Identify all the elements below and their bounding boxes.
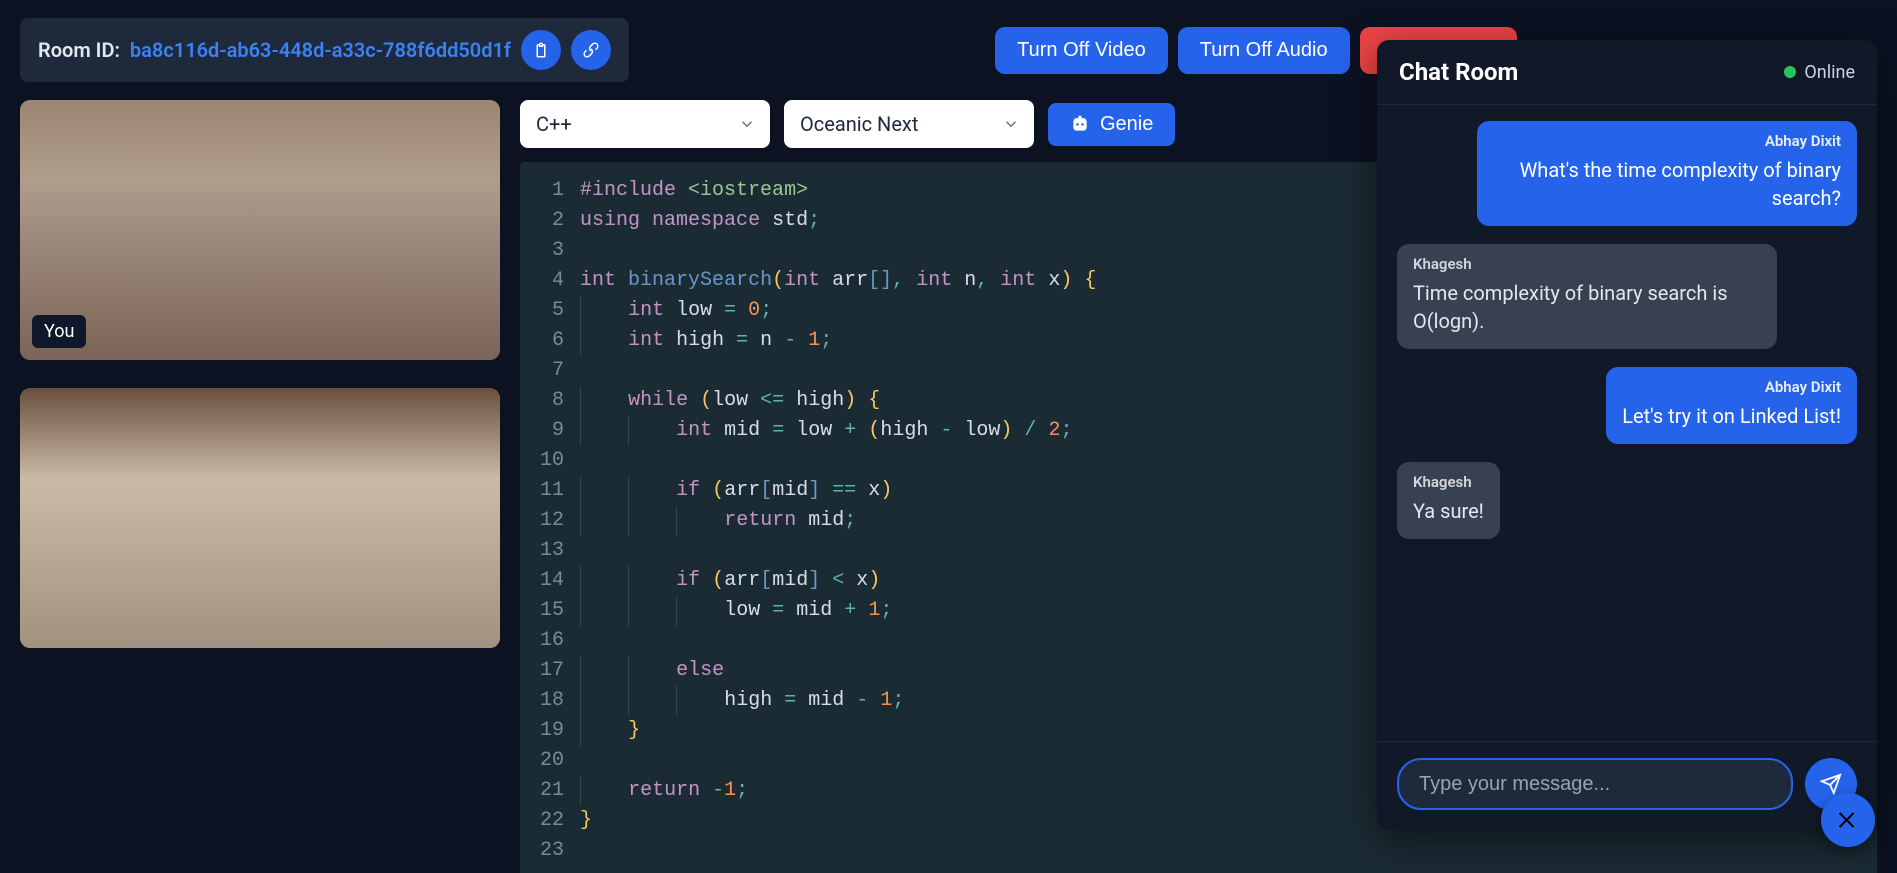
room-id-label: Room ID: xyxy=(38,38,120,62)
chat-message: Abhay Dixit What's the time complexity of… xyxy=(1477,121,1857,226)
room-id-box: Room ID: ba8c116d-ab63-448d-a33c-788f6dd… xyxy=(20,18,629,82)
copy-link-button[interactable] xyxy=(571,30,611,70)
line-number: 12 xyxy=(540,506,564,536)
link-icon xyxy=(582,41,600,59)
chat-message-text: Ya sure! xyxy=(1413,497,1484,525)
genie-button[interactable]: Genie xyxy=(1048,103,1175,146)
line-number: 7 xyxy=(540,356,564,386)
theme-select-value: Oceanic Next xyxy=(800,112,918,136)
chat-message-text: Let's try it on Linked List! xyxy=(1622,402,1841,430)
language-select[interactable]: C++ xyxy=(520,100,770,148)
language-select-value: C++ xyxy=(536,112,572,136)
chat-status-label: Online xyxy=(1804,62,1855,83)
robot-icon xyxy=(1070,114,1090,134)
chevron-down-icon xyxy=(738,115,756,133)
line-number: 20 xyxy=(540,746,564,776)
line-number: 19 xyxy=(540,716,564,746)
line-number-gutter: 1234567891011121314151617181920212223 xyxy=(520,162,580,873)
close-chat-button[interactable] xyxy=(1821,793,1875,847)
chat-title: Chat Room xyxy=(1399,58,1518,86)
chat-message-sender: Khagesh xyxy=(1413,254,1761,275)
chat-header: Chat Room Online xyxy=(1377,40,1877,105)
video-tile-self[interactable]: You xyxy=(20,100,500,360)
chat-message-sender: Khagesh xyxy=(1413,472,1484,493)
video-badge-self: You xyxy=(32,315,86,348)
chat-message-text: What's the time complexity of binary sea… xyxy=(1493,156,1841,212)
room-id-value: ba8c116d-ab63-448d-a33c-788f6dd50d1f xyxy=(130,38,511,62)
chat-status: Online xyxy=(1784,62,1855,83)
code-line[interactable] xyxy=(580,836,1877,866)
line-number: 2 xyxy=(540,206,564,236)
chat-message-sender: Abhay Dixit xyxy=(1493,131,1841,152)
chat-message: Abhay Dixit Let's try it on Linked List! xyxy=(1606,367,1857,444)
chat-input[interactable] xyxy=(1397,758,1793,810)
line-number: 5 xyxy=(540,296,564,326)
chat-message-sender: Abhay Dixit xyxy=(1622,377,1841,398)
genie-button-label: Genie xyxy=(1100,113,1153,136)
line-number: 17 xyxy=(540,656,564,686)
toggle-video-button[interactable]: Turn Off Video xyxy=(995,27,1168,74)
line-number: 18 xyxy=(540,686,564,716)
send-icon xyxy=(1820,773,1842,795)
line-number: 9 xyxy=(540,416,564,446)
close-icon xyxy=(1836,808,1860,832)
line-number: 8 xyxy=(540,386,564,416)
line-number: 11 xyxy=(540,476,564,506)
chat-messages[interactable]: Abhay Dixit What's the time complexity of… xyxy=(1377,105,1877,741)
theme-select[interactable]: Oceanic Next xyxy=(784,100,1034,148)
video-tile-peer[interactable] xyxy=(20,388,500,648)
line-number: 10 xyxy=(540,446,564,476)
line-number: 3 xyxy=(540,236,564,266)
line-number: 16 xyxy=(540,626,564,656)
video-feed-peer xyxy=(20,388,500,648)
chat-message-text: Time complexity of binary search is O(lo… xyxy=(1413,279,1761,335)
line-number: 23 xyxy=(540,836,564,866)
chevron-down-icon xyxy=(1002,115,1020,133)
chat-panel: Chat Room Online Abhay Dixit What's the t… xyxy=(1377,40,1877,830)
clipboard-icon xyxy=(532,41,550,59)
video-column: You xyxy=(20,100,500,873)
line-number: 15 xyxy=(540,596,564,626)
line-number: 14 xyxy=(540,566,564,596)
toggle-audio-button[interactable]: Turn Off Audio xyxy=(1178,27,1350,74)
chat-input-row xyxy=(1377,741,1877,830)
status-dot-icon xyxy=(1784,66,1796,78)
line-number: 22 xyxy=(540,806,564,836)
line-number: 1 xyxy=(540,176,564,206)
copy-room-id-button[interactable] xyxy=(521,30,561,70)
chat-message: Khagesh Ya sure! xyxy=(1397,462,1500,539)
video-feed-self xyxy=(20,100,500,360)
chat-message: Khagesh Time complexity of binary search … xyxy=(1397,244,1777,349)
line-number: 4 xyxy=(540,266,564,296)
line-number: 13 xyxy=(540,536,564,566)
line-number: 6 xyxy=(540,326,564,356)
line-number: 21 xyxy=(540,776,564,806)
